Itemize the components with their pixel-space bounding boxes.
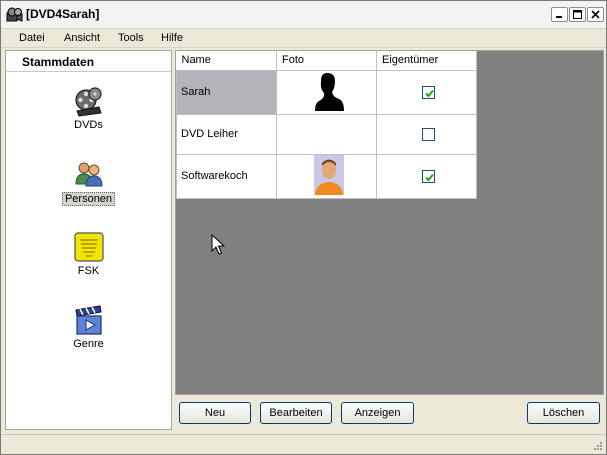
- new-button[interactable]: Neu: [179, 402, 251, 424]
- owner-checkbox[interactable]: [422, 85, 435, 99]
- person-name[interactable]: Softwarekoch: [176, 153, 277, 199]
- persons-grid[interactable]: Name Foto Eigentümer Sarah DVD Leiher So…: [175, 50, 604, 395]
- column-header-name[interactable]: Name: [176, 51, 277, 71]
- owner-checkbox[interactable]: [422, 127, 435, 141]
- sidebar-item-genre[interactable]: Genre: [6, 304, 171, 350]
- minimize-icon: [556, 16, 562, 18]
- person-name[interactable]: DVD Leiher: [176, 113, 277, 155]
- stammdaten-header: Stammdaten: [6, 51, 171, 72]
- resize-grip-icon[interactable]: [592, 440, 603, 451]
- stammdaten-panel: Stammdaten DVDs Personen FSK Genre: [5, 50, 172, 430]
- table-row[interactable]: Softwarekoch: [176, 153, 477, 199]
- persons-table: Name Foto Eigentümer Sarah DVD Leiher So…: [176, 51, 477, 199]
- minimize-button[interactable]: [551, 7, 568, 22]
- table-row[interactable]: Sarah: [176, 69, 477, 115]
- column-header-foto[interactable]: Foto: [276, 51, 377, 71]
- sidebar-item-label: DVDs: [74, 119, 103, 131]
- mouse-cursor-icon: [211, 234, 225, 255]
- film-reel-icon: [6, 7, 23, 22]
- menu-hilfe[interactable]: Hilfe: [161, 32, 183, 44]
- edit-button[interactable]: Bearbeiten: [260, 402, 332, 424]
- owner-cell[interactable]: [376, 69, 477, 115]
- person-photo[interactable]: [276, 113, 377, 155]
- table-header-row: Name Foto Eigentümer: [176, 51, 477, 71]
- maximize-icon: [573, 10, 582, 19]
- close-button[interactable]: [587, 7, 604, 22]
- menu-bar: Datei Ansicht Tools Hilfe: [1, 29, 606, 48]
- column-header-eigentuemer[interactable]: Eigentümer: [376, 51, 477, 71]
- person-photo[interactable]: [276, 153, 377, 199]
- sidebar-item-dvds[interactable]: DVDs: [6, 85, 171, 131]
- owner-cell[interactable]: [376, 153, 477, 199]
- sidebar-item-personen[interactable]: Personen: [6, 158, 171, 206]
- menu-ansicht[interactable]: Ansicht: [64, 32, 100, 44]
- main-window: [DVD4Sarah] Datei Ansicht Tools Hilfe St…: [0, 0, 607, 455]
- person-name[interactable]: Sarah: [176, 69, 277, 115]
- delete-button[interactable]: Löschen: [527, 402, 600, 424]
- checkmark-icon: [425, 89, 434, 97]
- silhouette-photo-icon: [314, 72, 344, 111]
- sidebar-item-label: FSK: [77, 265, 100, 277]
- maximize-button[interactable]: [569, 7, 586, 22]
- show-button[interactable]: Anzeigen: [341, 402, 414, 424]
- sidebar-item-label: Personen: [61, 192, 116, 206]
- clapperboard-icon: [74, 305, 102, 335]
- menu-tools[interactable]: Tools: [118, 32, 144, 44]
- owner-cell[interactable]: [376, 113, 477, 155]
- sidebar-item-label: Genre: [73, 338, 104, 350]
- owner-checkbox[interactable]: [422, 169, 435, 183]
- table-row[interactable]: DVD Leiher: [176, 113, 477, 155]
- title-bar[interactable]: [DVD4Sarah]: [1, 1, 606, 29]
- window-title: [DVD4Sarah]: [26, 7, 100, 21]
- people-icon: [74, 162, 103, 187]
- close-icon: [591, 10, 600, 19]
- person-photo[interactable]: [276, 69, 377, 115]
- checkmark-icon: [425, 173, 434, 181]
- status-bar: [1, 434, 606, 454]
- menu-datei[interactable]: Datei: [19, 32, 45, 44]
- sidebar-item-fsk[interactable]: FSK: [6, 231, 171, 277]
- fsk-rating-icon: [73, 232, 104, 262]
- portrait-photo-icon: [313, 154, 344, 195]
- film-reel-icon: [74, 87, 102, 117]
